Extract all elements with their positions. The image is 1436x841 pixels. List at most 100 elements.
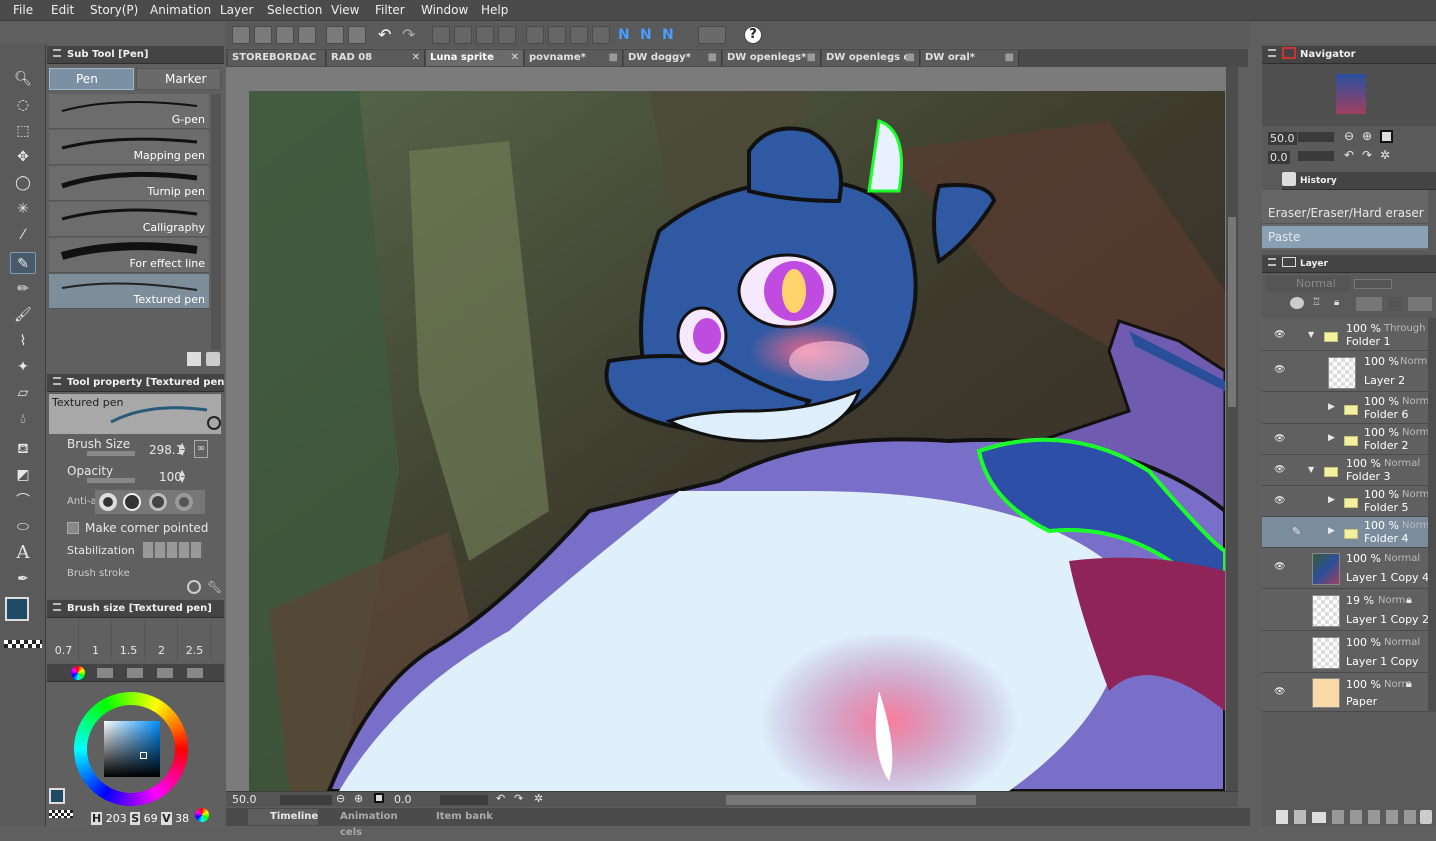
layer-mask-icon[interactable]: [1368, 810, 1380, 824]
folder-expand-icon[interactable]: ▼: [1308, 330, 1314, 339]
select-all-icon[interactable]: [498, 26, 516, 44]
navigator-angle[interactable]: 0.0: [1268, 151, 1290, 164]
layer-lock-icon[interactable]: 🔒︎: [1406, 677, 1412, 691]
crop-icon[interactable]: [570, 26, 588, 44]
navigator-zoom[interactable]: 50.0: [1268, 132, 1297, 145]
visibility-eye-icon[interactable]: 👁︎: [1274, 365, 1285, 375]
visibility-eye-icon[interactable]: 👁︎: [1274, 496, 1285, 506]
color-picker-marker[interactable]: [140, 752, 147, 759]
brush-size-preset[interactable]: 1.5: [113, 620, 145, 660]
delete-subtool-icon[interactable]: [206, 352, 220, 366]
folder-expand-icon[interactable]: ▶: [1328, 495, 1335, 505]
reset-rotation-icon[interactable]: ✲: [534, 792, 543, 805]
antialias-medium-icon[interactable]: [149, 493, 167, 511]
close-tab-icon[interactable]: ✕: [511, 50, 519, 66]
eyedropper-tool-icon[interactable]: ⁄: [10, 224, 36, 246]
zoom-value[interactable]: 50.0: [232, 793, 257, 806]
brush-size-preset[interactable]: 0.7: [49, 620, 79, 660]
visibility-eye-icon[interactable]: 👁︎: [1274, 687, 1285, 697]
layer-row-layer-1-copy[interactable]: 100 % Normal Layer 1 Copy: [1262, 632, 1436, 673]
color-wheel-tab-icon[interactable]: [71, 666, 85, 680]
close-tab-icon[interactable]: ■: [906, 50, 915, 66]
frame-tool-icon[interactable]: ⬭: [10, 516, 36, 538]
layer-row-folder-4-selected[interactable]: ✎ ▶ 100 % Norm Folder 4: [1262, 517, 1436, 548]
gradient-tool-icon[interactable]: ◩: [10, 464, 36, 486]
visibility-eye-icon[interactable]: 👁︎: [1274, 434, 1285, 444]
menu-animation[interactable]: Animation: [150, 3, 211, 17]
new-folder-icon[interactable]: [1312, 812, 1326, 823]
folder-expand-icon[interactable]: ▶: [1328, 402, 1335, 412]
ruler-icon[interactable]: [1404, 810, 1416, 824]
saturation-value-square[interactable]: [104, 721, 160, 777]
fill-tool-icon[interactable]: ⛾: [10, 438, 36, 460]
rotate-right-icon[interactable]: ↷: [514, 792, 523, 805]
combine-down-icon[interactable]: [1350, 810, 1362, 824]
zoom-out-icon[interactable]: ⊖: [336, 792, 345, 805]
new-vector-layer-icon[interactable]: [1294, 810, 1306, 824]
layer-row-folder-2[interactable]: 👁︎ ▶ 100 % Norm Folder 2: [1262, 424, 1436, 455]
brush-mapping-pen[interactable]: Mapping pen: [49, 130, 209, 165]
rotation-value[interactable]: 0.0: [394, 793, 412, 806]
grid-snap-icon[interactable]: N: [662, 26, 680, 44]
menu-layer[interactable]: Layer: [220, 3, 253, 17]
tab-pen[interactable]: Pen: [49, 68, 134, 90]
color-mode-icon[interactable]: [195, 808, 209, 822]
ruler-layer-icon[interactable]: [1408, 297, 1432, 311]
visibility-eye-icon[interactable]: 👁︎: [1274, 330, 1285, 340]
menu-edit[interactable]: Edit: [51, 3, 74, 17]
apply-mask-icon[interactable]: [1386, 810, 1398, 824]
folder-expand-icon[interactable]: ▼: [1308, 465, 1314, 474]
canvas-artwork[interactable]: [249, 91, 1225, 791]
special-ruler-snap-icon[interactable]: N: [640, 26, 658, 44]
brush-size-slider[interactable]: [87, 451, 135, 456]
close-tab-icon[interactable]: ✕: [412, 50, 420, 66]
history-item[interactable]: Eraser/Eraser/Hard eraser: [1262, 202, 1428, 224]
menu-file[interactable]: File: [13, 3, 33, 17]
opacity-stepper[interactable]: ▲ ▼: [179, 469, 189, 484]
layer-row-layer-1-copy-2[interactable]: 19 % Norm 🔒︎ Layer 1 Copy 2: [1262, 590, 1436, 631]
new-raster-layer-icon[interactable]: [1276, 810, 1288, 824]
save-file-icon[interactable]: [348, 26, 366, 44]
history-item-selected[interactable]: Paste: [1262, 226, 1428, 248]
fit-to-screen-icon[interactable]: [374, 793, 384, 803]
clear-icon[interactable]: [432, 26, 450, 44]
navigator-rotate-right-icon[interactable]: ↷: [1362, 148, 1372, 162]
main-color-swatch[interactable]: [5, 597, 29, 621]
reference-layer-icon[interactable]: ♖: [1312, 297, 1324, 309]
antialias-none-icon[interactable]: [99, 493, 117, 511]
close-tab-icon[interactable]: ■: [708, 50, 717, 66]
doc-tab[interactable]: RAD 08 ✕: [327, 50, 425, 66]
canvas-vertical-scroll-thumb[interactable]: [1228, 217, 1236, 407]
brush-size-preset[interactable]: 1: [80, 620, 112, 660]
lock-layer-icon[interactable]: 🔒︎: [1334, 297, 1346, 309]
layer-list-scrollbar[interactable]: [1428, 318, 1436, 712]
doc-tab-active[interactable]: Luna sprite ✕: [426, 50, 524, 66]
folder-open-icon[interactable]: [326, 26, 344, 44]
pressure-settings-icon[interactable]: ∞: [194, 440, 208, 458]
layer-opacity-slider[interactable]: [1354, 279, 1392, 289]
visibility-eye-icon[interactable]: 👁︎: [1274, 465, 1285, 475]
navigator-reset-icon[interactable]: ✲: [1380, 148, 1390, 162]
zoom-in-icon[interactable]: ⊕: [354, 792, 363, 805]
delete-layer-icon[interactable]: [1420, 810, 1432, 824]
screen-layout-icon[interactable]: [698, 26, 726, 44]
visibility-eye-icon[interactable]: 👁︎: [1274, 562, 1285, 572]
rotate-left-icon[interactable]: ↶: [496, 792, 505, 805]
menu-help[interactable]: Help: [481, 3, 508, 17]
doc-tab[interactable]: DW openlegs* ■: [723, 50, 821, 66]
lock-transparency-icon[interactable]: [1356, 297, 1382, 311]
airbrush-tool-icon[interactable]: ⌇: [10, 330, 36, 352]
magic-wand-tool-icon[interactable]: ✳: [10, 198, 36, 220]
move-tool-icon[interactable]: ◌: [10, 94, 36, 116]
lasso-tool-icon[interactable]: ◯: [10, 172, 36, 194]
antialias-strong-icon[interactable]: [175, 493, 193, 511]
rotation-slider[interactable]: [440, 795, 488, 805]
close-tab-icon[interactable]: ■: [609, 50, 618, 66]
color-set-tab-icon[interactable]: [127, 668, 143, 678]
close-tab-icon[interactable]: ■: [807, 50, 816, 66]
corner-pointed-checkbox[interactable]: [67, 522, 79, 534]
menu-story[interactable]: Story(P): [90, 3, 138, 17]
stabilization-slider[interactable]: [143, 542, 203, 558]
zoom-slider[interactable]: [280, 795, 332, 805]
navigator-thumbnail[interactable]: [1336, 74, 1366, 114]
